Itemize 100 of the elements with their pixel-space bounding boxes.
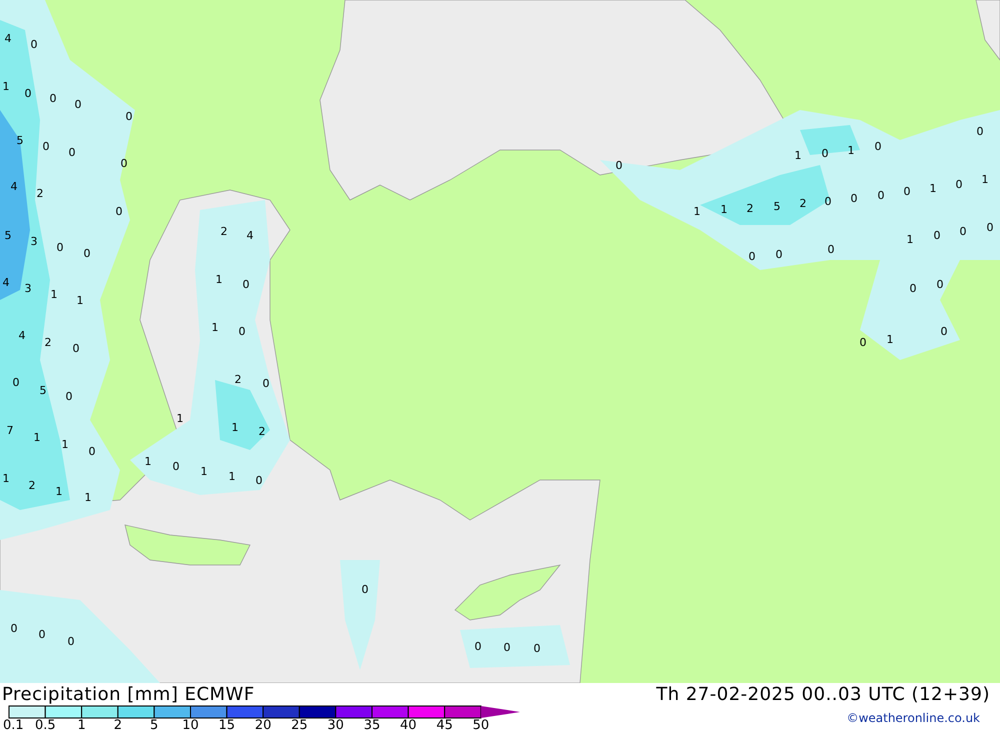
precipitation-value: 0 — [874, 140, 882, 153]
precipitation-value: 2 — [28, 479, 36, 492]
precipitation-value: 1 — [176, 412, 184, 425]
precipitation-value: 1 — [56, 485, 62, 498]
precipitation-value: 0 — [860, 336, 866, 349]
legend-tick-label: 25 — [291, 719, 308, 733]
precipitation-value: 1 — [62, 438, 68, 451]
precipitation-value: 1 — [794, 149, 802, 162]
precipitation-value: 1 — [216, 273, 222, 286]
precipitation-value: 1 — [228, 470, 236, 483]
precipitation-value: 0 — [850, 192, 858, 205]
precipitation-value: 0 — [74, 98, 82, 111]
precipitation-value: 0 — [878, 189, 884, 202]
legend-tick-label: 45 — [436, 719, 453, 733]
precipitation-value: 0 — [936, 278, 944, 291]
precipitation-value: 4 — [10, 180, 18, 193]
precipitation-value: 0 — [910, 282, 916, 295]
precipitation-value: 0 — [976, 125, 984, 138]
precipitation-value: 7 — [6, 424, 14, 437]
legend-tick-label: 35 — [364, 719, 380, 733]
precipitation-value: 0 — [116, 205, 122, 218]
precipitation-value: 1 — [232, 421, 238, 434]
map-title: Precipitation [mm] ECMWF — [2, 684, 255, 704]
precipitation-value: 0 — [776, 248, 782, 261]
precipitation-value: 2 — [258, 425, 266, 438]
precipitation-value: 0 — [68, 635, 74, 648]
legend-tick-label: 10 — [182, 719, 199, 733]
precipitation-value: 0 — [256, 474, 262, 487]
precipitation-value: 0 — [960, 225, 966, 238]
legend-tick-label: 20 — [254, 719, 272, 733]
legend-tick-label: 0.5 — [34, 719, 56, 733]
precipitation-value: 1 — [982, 173, 988, 186]
precipitation-value: 0 — [126, 110, 132, 123]
precipitation-value: 0 — [172, 460, 180, 473]
precipitation-value: 2 — [36, 187, 44, 200]
precipitation-value: 0 — [934, 229, 940, 242]
precipitation-value: 4 — [4, 32, 12, 45]
precipitation-value: 0 — [534, 642, 540, 655]
precipitation-value: 1 — [886, 333, 894, 346]
precipitation-value: 0 — [828, 243, 834, 256]
precipitation-value: 0 — [748, 250, 756, 263]
precipitation-value: 0 — [504, 641, 510, 654]
precipitation-value: 0 — [824, 195, 832, 208]
precipitation-value: 0 — [616, 159, 622, 172]
legend-tick-label: 1 — [77, 719, 86, 733]
precipitation-value: 0 — [56, 241, 64, 254]
legend-tick-label: 40 — [400, 719, 417, 733]
sea-area — [976, 0, 1000, 62]
precipitation-value: 1 — [76, 294, 84, 307]
precipitation-value: 0 — [42, 140, 50, 153]
precipitation-value: 1 — [200, 465, 208, 478]
precipitation-value: 0 — [66, 390, 72, 403]
precipitation-value: 0 — [474, 640, 482, 653]
precipitation-value: 2 — [234, 373, 242, 386]
precipitation-value: 1 — [144, 455, 152, 468]
precipitation-value: 0 — [238, 325, 246, 338]
precipitation-value: 0 — [72, 342, 80, 355]
precipitation-value: 1 — [930, 182, 936, 195]
precipitation-value: 1 — [848, 144, 854, 157]
precipitation-value: 0 — [30, 38, 38, 51]
precipitation-value: 0 — [242, 278, 250, 291]
legend-tick-label: 5 — [150, 719, 158, 733]
precipitation-value: 4 — [2, 276, 10, 289]
precipitation-value: 0 — [262, 377, 270, 390]
precipitation-value: 0 — [940, 325, 948, 338]
precipitation-value: 1 — [212, 321, 218, 334]
precipitation-value: 0 — [68, 146, 76, 159]
precipitation-value: 1 — [34, 431, 40, 444]
precipitation-value: 0 — [50, 92, 56, 105]
legend-tick-label: 2 — [114, 719, 122, 733]
precipitation-value: 2 — [220, 225, 228, 238]
legend-tick-label: 30 — [327, 719, 344, 733]
precipitation-value: 5 — [4, 229, 12, 242]
precipitation-value: 0 — [10, 622, 18, 635]
precipitation-value: 2 — [800, 197, 806, 210]
precipitation-value: 2 — [746, 202, 754, 215]
precipitation-value: 5 — [774, 200, 780, 213]
legend-tick-label: 0.1 — [3, 719, 24, 733]
precipitation-value: 0 — [822, 147, 828, 160]
legend-tick-label: 50 — [472, 719, 490, 733]
legend-tick-label: 15 — [218, 719, 236, 733]
precipitation-value: 0 — [362, 583, 368, 596]
precipitation-value: 0 — [38, 628, 46, 641]
precipitation-value: 0 — [24, 87, 32, 100]
precipitation-value: 0 — [88, 445, 96, 458]
precipitation-value: 4 — [18, 329, 26, 342]
precipitation-value: 1 — [2, 472, 10, 485]
precipitation-value: 5 — [16, 134, 24, 147]
precipitation-value: 0 — [12, 376, 20, 389]
precipitation-value: 2 — [44, 336, 52, 349]
precipitation-value: 4 — [246, 229, 254, 242]
precipitation-value: 0 — [956, 178, 962, 191]
precipitation-value: 5 — [40, 384, 46, 397]
credit-link[interactable]: ©weatheronline.co.uk — [846, 711, 980, 725]
precipitation-value: 1 — [84, 491, 92, 504]
precipitation-value: 0 — [84, 247, 90, 260]
precipitation-value: 1 — [720, 203, 728, 216]
precipitation-value: 3 — [30, 235, 38, 248]
precipitation-value: 0 — [986, 221, 994, 234]
precipitation-value: 0 — [904, 185, 910, 198]
